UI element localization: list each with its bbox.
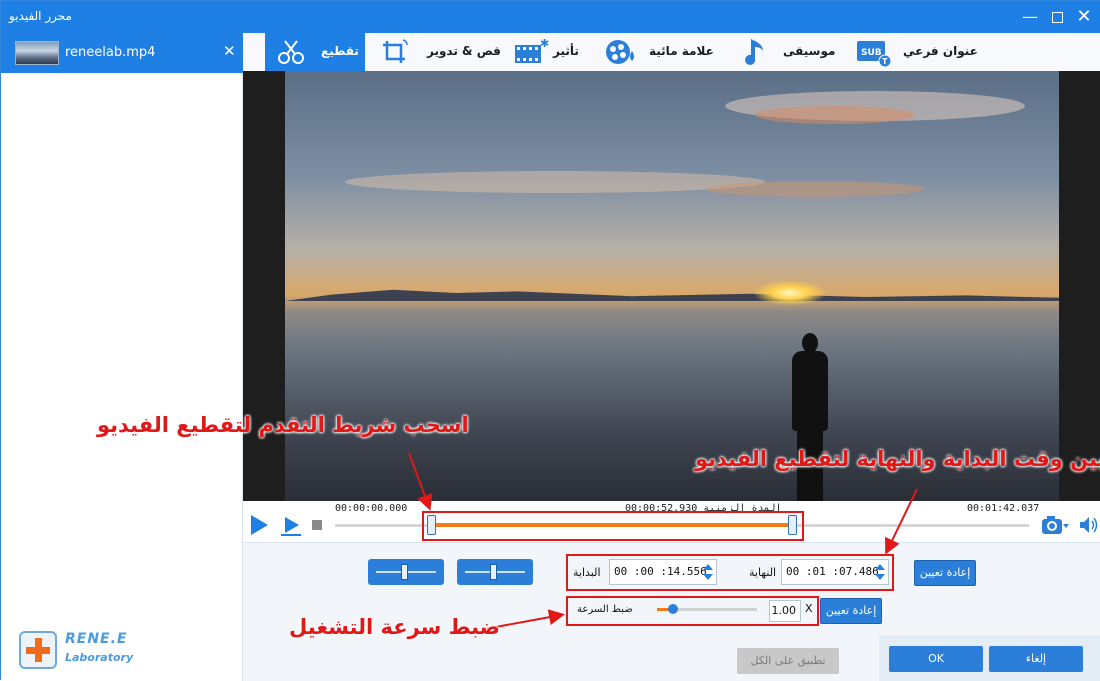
silhouette-head: [802, 333, 818, 353]
file-thumbnail: [15, 41, 59, 65]
file-tab[interactable]: reneelab.mp4 ✕: [1, 33, 243, 73]
tab-cut-label: تقطيع: [321, 44, 359, 58]
close-button[interactable]: ✕: [1071, 5, 1097, 29]
annotation-drag-progress: اسحب شريط التقدم لتقطيع الفيديو: [97, 413, 469, 437]
tab-watermark[interactable]: علامة مائية: [599, 33, 719, 71]
file-list-panel: reneelab.mp4 ✕ RENE.E Laboratory: [1, 33, 243, 681]
timeline-end-time: 00:01:42.037: [967, 503, 1040, 514]
tab-effect[interactable]: ✱ تأثير: [509, 33, 589, 71]
video-editor-window: محرر الفيديو — ✕ reneelab.mp4 ✕ RENE.E L…: [0, 0, 1100, 681]
cloud-shape: [755, 106, 915, 124]
cloud-shape: [705, 181, 925, 197]
tab-music[interactable]: موسيقى: [737, 33, 847, 71]
dialog-buttons-bar: OK إلغاء: [879, 635, 1100, 681]
annotation-box-progress: [422, 511, 804, 541]
play-button[interactable]: [251, 515, 268, 535]
timeline-start-time: 00:00:00.000: [335, 503, 408, 514]
logo-cross-icon: [19, 631, 57, 669]
horizon-hills: [285, 289, 1059, 301]
title-bar: محرر الفيديو — ✕: [1, 1, 1100, 33]
apply-all-button[interactable]: تطبيق على الكل: [737, 648, 839, 674]
annotation-box-times: [566, 554, 894, 591]
cancel-button[interactable]: إلغاء: [989, 646, 1083, 672]
tab-subtitle[interactable]: SUB T عنوان فرعي: [851, 33, 981, 71]
slider-knob: [490, 564, 497, 580]
camera-snapshot-icon[interactable]: [1041, 515, 1069, 535]
tab-music-label: موسيقى: [783, 44, 836, 58]
tab-subtitle-label: عنوان فرعي: [903, 44, 978, 58]
file-name: reneelab.mp4: [65, 45, 156, 60]
slider-knob: [401, 564, 408, 580]
music-note-icon: [745, 39, 763, 65]
tab-watermark-label: علامة مائية: [649, 44, 714, 58]
tab-crop-rotate-label: قص & تدوير: [427, 44, 501, 58]
watermark-icon: [606, 40, 634, 64]
volume-icon[interactable]: [1079, 516, 1099, 534]
logo-brand: RENE.E: [65, 631, 128, 647]
tab-effect-label: تأثير: [553, 44, 579, 58]
logo-subtitle: Laboratory: [65, 651, 134, 664]
set-end-slider-button[interactable]: [457, 559, 533, 585]
maximize-icon: [1051, 12, 1063, 23]
annotation-adjust-speed: ضبط سرعة التشغيل: [289, 615, 500, 639]
reset-speed-button[interactable]: إعادة تعيين: [820, 598, 882, 624]
silhouette-body: [792, 351, 828, 431]
maximize-button[interactable]: [1044, 5, 1070, 29]
editor-toolbar: SUB T عنوان فرعي موسيقى علامة مائية ✱ تأ…: [243, 33, 1100, 71]
file-close-icon[interactable]: ✕: [223, 42, 236, 60]
reset-trim-button[interactable]: إعادة تعيين: [914, 560, 976, 586]
scissors-icon: [278, 40, 304, 64]
crop-rotate-icon: [383, 39, 408, 63]
svg-text:✱: ✱: [540, 37, 549, 50]
effect-film-icon: ✱: [515, 37, 549, 63]
minimize-button[interactable]: —: [1017, 5, 1043, 29]
sun-glow: [755, 281, 825, 305]
ok-button[interactable]: OK: [889, 646, 983, 672]
stop-button[interactable]: [312, 520, 322, 530]
subtitle-icon: SUB T: [857, 41, 892, 67]
cloud-shape: [345, 171, 765, 193]
person-silhouette: [790, 333, 830, 501]
annotation-box-speed: [566, 596, 819, 626]
svg-text:SUB: SUB: [861, 48, 882, 58]
tab-crop-rotate[interactable]: قص & تدوير: [377, 33, 501, 71]
annotation-set-times: تعيين وقت البداية والنهاية لتقطيع الفيدي…: [695, 447, 1100, 471]
rene-logo: RENE.E Laboratory: [19, 629, 139, 673]
play-to-end-icon[interactable]: [279, 515, 303, 537]
svg-text:T: T: [882, 57, 888, 66]
set-start-slider-button[interactable]: [368, 559, 444, 585]
window-title: محرر الفيديو: [9, 9, 72, 23]
tab-cut[interactable]: تقطيع: [265, 33, 365, 71]
